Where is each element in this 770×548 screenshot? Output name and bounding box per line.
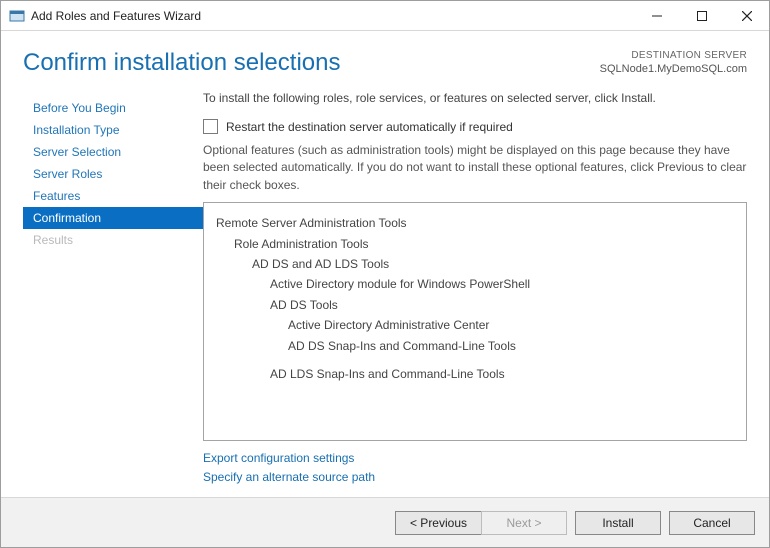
cancel-button[interactable]: Cancel (669, 511, 755, 535)
header: Confirm installation selections DESTINAT… (1, 31, 769, 83)
sidebar-item-results: Results (23, 229, 203, 251)
tree-item: AD DS Tools (216, 295, 734, 315)
restart-checkbox[interactable] (203, 119, 218, 134)
next-button: Next > (481, 511, 567, 535)
sidebar-item-confirmation[interactable]: Confirmation (23, 207, 203, 229)
titlebar: Add Roles and Features Wizard (1, 1, 769, 31)
alternate-source-path-link[interactable]: Specify an alternate source path (203, 468, 747, 487)
tree-item: Active Directory Administrative Center (216, 315, 734, 335)
destination-value: SQLNode1.MyDemoSQL.com (600, 62, 747, 76)
previous-button[interactable]: < Previous (395, 511, 481, 535)
tree-item: Role Administration Tools (216, 234, 734, 254)
destination-server-block: DESTINATION SERVER SQLNode1.MyDemoSQL.co… (600, 49, 747, 76)
export-configuration-link[interactable]: Export configuration settings (203, 449, 747, 468)
sidebar-item-before-you-begin[interactable]: Before You Begin (23, 97, 203, 119)
sidebar-item-server-roles[interactable]: Server Roles (23, 163, 203, 185)
intro-text: To install the following roles, role ser… (203, 91, 747, 105)
restart-checkbox-label: Restart the destination server automatic… (226, 120, 513, 134)
maximize-button[interactable] (679, 1, 724, 31)
close-button[interactable] (724, 1, 769, 31)
install-button[interactable]: Install (575, 511, 661, 535)
minimize-button[interactable] (634, 1, 679, 31)
tree-item: Active Directory module for Windows Powe… (216, 274, 734, 294)
selected-features-tree: Remote Server Administration Tools Role … (203, 202, 747, 440)
sidebar-item-server-selection[interactable]: Server Selection (23, 141, 203, 163)
wizard-window: Add Roles and Features Wizard Confirm in… (0, 0, 770, 548)
tree-item: AD DS and AD LDS Tools (216, 254, 734, 274)
page-title: Confirm installation selections (23, 49, 600, 77)
tree-item: Remote Server Administration Tools (216, 213, 734, 233)
app-icon (9, 8, 25, 24)
sidebar-item-installation-type[interactable]: Installation Type (23, 119, 203, 141)
optional-features-text: Optional features (such as administratio… (203, 142, 747, 194)
footer: < Previous Next > Install Cancel (1, 497, 769, 547)
window-title: Add Roles and Features Wizard (31, 9, 201, 23)
tree-item: AD LDS Snap-Ins and Command-Line Tools (216, 364, 734, 384)
main-pane: To install the following roles, role ser… (203, 91, 747, 497)
links: Export configuration settings Specify an… (203, 441, 747, 497)
destination-label: DESTINATION SERVER (600, 49, 747, 62)
sidebar: Before You Begin Installation Type Serve… (23, 91, 203, 497)
tree-item: AD DS Snap-Ins and Command-Line Tools (216, 336, 734, 356)
sidebar-item-features[interactable]: Features (23, 185, 203, 207)
restart-checkbox-row[interactable]: Restart the destination server automatic… (203, 119, 747, 134)
